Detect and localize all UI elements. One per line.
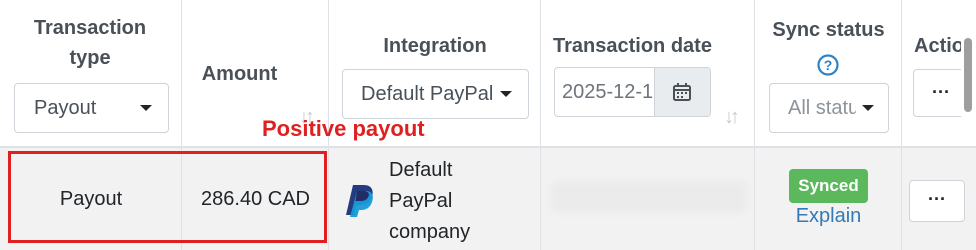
header-sync-status: Sync status ? All statuses (755, 0, 902, 146)
transaction-date-input[interactable] (555, 68, 662, 116)
row-actions-button[interactable]: ··· (909, 180, 965, 222)
cell-actions: ··· (902, 148, 976, 250)
chevron-down-icon (500, 91, 512, 97)
chevron-down-icon (862, 105, 874, 111)
annotation-highlight-box (8, 151, 327, 243)
cell-transaction-date (541, 148, 755, 250)
explain-link[interactable]: Explain (755, 205, 902, 228)
annotation-label: Positive payout (262, 116, 425, 141)
scrollbar-track[interactable] (961, 0, 976, 150)
scrollbar-thumb[interactable] (964, 38, 972, 112)
integration-name: Default PayPal company (389, 159, 471, 243)
header-transaction-date: Transaction date ↓↑ (541, 0, 755, 146)
transaction-type-filter-value: Payout (34, 96, 97, 119)
header-label-sync-status: Sync status (772, 19, 885, 41)
header-label-transaction-date: Transaction date (553, 35, 712, 57)
sync-status-filter-placeholder: All statuses (788, 96, 856, 119)
calendar-icon (673, 83, 691, 101)
sync-status-filter[interactable]: All statuses (769, 83, 889, 133)
calendar-button[interactable] (654, 68, 710, 116)
status-badge: Synced (789, 169, 868, 203)
header-transaction-type: Transaction type Payout (0, 0, 182, 146)
header-label-integration: Integration (383, 35, 487, 57)
sort-icon[interactable]: ↓↑ (724, 106, 740, 129)
cell-sync-status: Synced Explain (755, 148, 902, 250)
transaction-date-blurred (551, 181, 747, 213)
header-label-transaction-type: Transaction type (33, 17, 147, 69)
paypal-logo (346, 185, 373, 217)
transactions-table: Transaction type Payout Amount ↓↑ Integr… (0, 0, 976, 250)
chevron-down-icon (140, 105, 152, 111)
cell-integration: Default PayPal company (329, 148, 541, 250)
integration-filter[interactable]: Default PayPal (342, 69, 529, 119)
header-label-amount: Amount (201, 63, 278, 85)
transaction-date-filter[interactable] (554, 67, 711, 117)
transaction-type-filter[interactable]: Payout (14, 83, 169, 133)
integration-filter-value: Default PayPal (361, 82, 494, 105)
svg-text:?: ? (824, 57, 833, 73)
question-circle-icon[interactable]: ? (817, 54, 839, 76)
